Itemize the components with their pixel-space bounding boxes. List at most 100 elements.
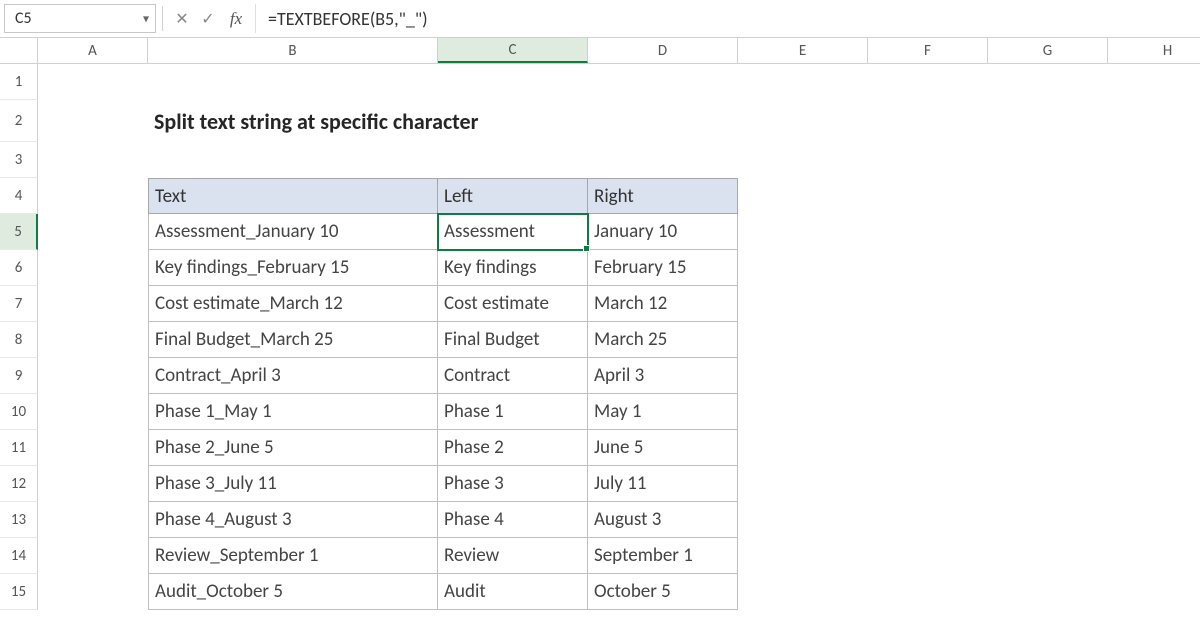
row-header-5[interactable]: 5 [0, 214, 38, 250]
name-box[interactable]: C5 ▾ [4, 4, 156, 33]
cell-a5[interactable] [38, 214, 148, 250]
cell-g1[interactable] [988, 64, 1108, 100]
cell-d11[interactable]: June 5 [588, 430, 738, 466]
row-header-14[interactable]: 14 [0, 538, 38, 574]
cell-h9[interactable] [1108, 358, 1200, 394]
col-header-g[interactable]: G [988, 38, 1108, 63]
cell-a11[interactable] [38, 430, 148, 466]
cell-g10[interactable] [988, 394, 1108, 430]
cell-f4[interactable] [868, 178, 988, 214]
cell-c9[interactable]: Contract [438, 358, 588, 394]
col-header-a[interactable]: A [38, 38, 148, 63]
cell-d13[interactable]: August 3 [588, 502, 738, 538]
cell-a10[interactable] [38, 394, 148, 430]
cell-g13[interactable] [988, 502, 1108, 538]
cell-e3[interactable] [738, 142, 868, 178]
cell-h1[interactable] [1108, 64, 1200, 100]
cell-f6[interactable] [868, 250, 988, 286]
cell-f11[interactable] [868, 430, 988, 466]
cell-f10[interactable] [868, 394, 988, 430]
cell-a13[interactable] [38, 502, 148, 538]
cell-h8[interactable] [1108, 322, 1200, 358]
cell-d8[interactable]: March 25 [588, 322, 738, 358]
cell-d12[interactable]: July 11 [588, 466, 738, 502]
cancel-formula-button[interactable]: ✕ [169, 0, 195, 37]
cell-d14[interactable]: September 1 [588, 538, 738, 574]
cell-d1[interactable] [588, 64, 738, 100]
cell-b9[interactable]: Contract_April 3 [148, 358, 438, 394]
cell-c12[interactable]: Phase 3 [438, 466, 588, 502]
col-header-c[interactable]: C [438, 38, 588, 63]
row-header-9[interactable]: 9 [0, 358, 38, 394]
cell-b3[interactable] [148, 142, 438, 178]
row-header-1[interactable]: 1 [0, 64, 38, 100]
cell-d10[interactable]: May 1 [588, 394, 738, 430]
cell-h10[interactable] [1108, 394, 1200, 430]
cell-c7[interactable]: Cost estimate [438, 286, 588, 322]
cell-a12[interactable] [38, 466, 148, 502]
cell-b5[interactable]: Assessment_January 10 [148, 214, 438, 250]
cell-d3[interactable] [588, 142, 738, 178]
cell-d7[interactable]: March 12 [588, 286, 738, 322]
cell-a1[interactable] [38, 64, 148, 100]
cell-c14[interactable]: Review [438, 538, 588, 574]
cell-e5[interactable] [738, 214, 868, 250]
cell-f5[interactable] [868, 214, 988, 250]
cell-b12[interactable]: Phase 3_July 11 [148, 466, 438, 502]
cell-g5[interactable] [988, 214, 1108, 250]
cell-b8[interactable]: Final Budget_March 25 [148, 322, 438, 358]
cell-g15[interactable] [988, 574, 1108, 610]
insert-function-button[interactable]: fx [221, 0, 251, 37]
cell-d5[interactable]: January 10 [588, 214, 738, 250]
cell-g4[interactable] [988, 178, 1108, 214]
row-header-2[interactable]: 2 [0, 100, 38, 142]
select-all-corner[interactable] [0, 38, 38, 63]
row-header-6[interactable]: 6 [0, 250, 38, 286]
cell-e15[interactable] [738, 574, 868, 610]
cell-g14[interactable] [988, 538, 1108, 574]
table-header-text[interactable]: Text [148, 178, 438, 214]
cell-b15[interactable]: Audit_October 5 [148, 574, 438, 610]
cell-f3[interactable] [868, 142, 988, 178]
cell-a14[interactable] [38, 538, 148, 574]
cell-g7[interactable] [988, 286, 1108, 322]
row-header-12[interactable]: 12 [0, 466, 38, 502]
cell-h2[interactable] [1108, 100, 1200, 142]
cell-f15[interactable] [868, 574, 988, 610]
cell-c11[interactable]: Phase 2 [438, 430, 588, 466]
row-header-10[interactable]: 10 [0, 394, 38, 430]
cell-a7[interactable] [38, 286, 148, 322]
cell-g12[interactable] [988, 466, 1108, 502]
cell-b13[interactable]: Phase 4_August 3 [148, 502, 438, 538]
cell-f13[interactable] [868, 502, 988, 538]
cell-e1[interactable] [738, 64, 868, 100]
cell-g8[interactable] [988, 322, 1108, 358]
enter-formula-button[interactable]: ✓ [195, 0, 221, 37]
col-header-d[interactable]: D [588, 38, 738, 63]
cell-a8[interactable] [38, 322, 148, 358]
cell-d9[interactable]: April 3 [588, 358, 738, 394]
cell-h13[interactable] [1108, 502, 1200, 538]
cell-f8[interactable] [868, 322, 988, 358]
cell-b6[interactable]: Key findings_February 15 [148, 250, 438, 286]
cell-h3[interactable] [1108, 142, 1200, 178]
row-header-7[interactable]: 7 [0, 286, 38, 322]
col-header-b[interactable]: B [148, 38, 438, 63]
cell-c8[interactable]: Final Budget [438, 322, 588, 358]
row-header-13[interactable]: 13 [0, 502, 38, 538]
cell-g2[interactable] [988, 100, 1108, 142]
cell-a4[interactable] [38, 178, 148, 214]
cell-h15[interactable] [1108, 574, 1200, 610]
cell-b1[interactable] [148, 64, 438, 100]
cell-e4[interactable] [738, 178, 868, 214]
cell-e7[interactable] [738, 286, 868, 322]
col-header-e[interactable]: E [738, 38, 868, 63]
row-header-4[interactable]: 4 [0, 178, 38, 214]
table-header-left[interactable]: Left [438, 178, 588, 214]
page-title[interactable]: Split text string at specific character [148, 100, 868, 142]
cell-a9[interactable] [38, 358, 148, 394]
cell-c6[interactable]: Key findings [438, 250, 588, 286]
cell-h5[interactable] [1108, 214, 1200, 250]
cell-b11[interactable]: Phase 2_June 5 [148, 430, 438, 466]
cell-b10[interactable]: Phase 1_May 1 [148, 394, 438, 430]
